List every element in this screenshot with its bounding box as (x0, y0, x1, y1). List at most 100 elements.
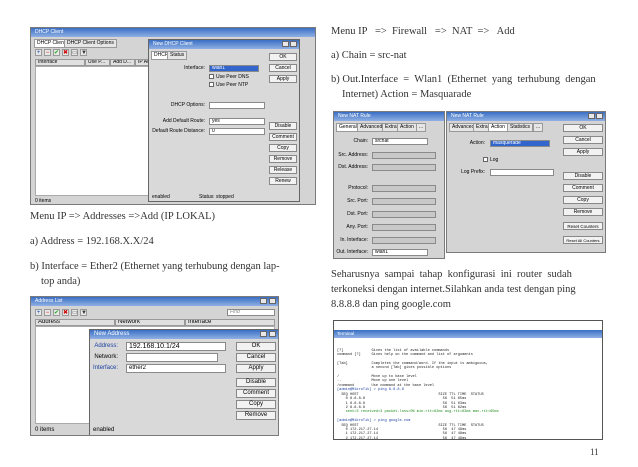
address-instruction: a) Address = 192.168.X.X/24 (30, 236, 154, 247)
copy-button[interactable]: Copy (563, 196, 603, 204)
tab-action[interactable]: Action (488, 123, 508, 132)
action-select[interactable]: masquerade (490, 140, 550, 147)
any-port-field[interactable] (372, 224, 436, 231)
window-close-icon[interactable] (596, 113, 603, 119)
add-default-route-select[interactable]: yes (209, 118, 265, 125)
column-add-default[interactable]: Add D... (110, 59, 135, 66)
terminal-title: Terminal (337, 330, 355, 336)
enable-icon[interactable]: ✔ (53, 309, 60, 316)
dhcp-options-label: DHCP Options: (170, 102, 205, 108)
column-address[interactable]: Address (35, 319, 115, 326)
add-icon[interactable]: + (35, 309, 42, 316)
address-list-titlebar: Address List (31, 297, 278, 306)
enable-icon[interactable]: ✔ (53, 49, 60, 56)
column-network[interactable]: Network (115, 319, 185, 326)
new-address-title: New Address (94, 331, 130, 337)
disable-icon[interactable]: ✖ (62, 49, 69, 56)
comment-icon[interactable]: ▭ (71, 49, 78, 56)
chain-select[interactable]: srcnat (372, 138, 428, 145)
remove-button[interactable]: Remove (563, 208, 603, 216)
address-input[interactable]: 192.168.10.1/24 (126, 342, 226, 351)
window-restore-icon[interactable] (588, 113, 595, 119)
cancel-button[interactable]: Cancel (563, 136, 603, 144)
use-peer-ntp-label: Use Peer NTP (216, 82, 249, 88)
reset-all-counters-button[interactable]: Reset All Counters (563, 236, 603, 244)
window-restore-icon[interactable] (260, 298, 267, 304)
cancel-button[interactable]: Cancel (236, 353, 276, 362)
new-address-titlebar: New Address (90, 330, 278, 339)
interface-select[interactable]: ether2 (126, 364, 226, 373)
out-interface-instruction-line2: Internet) Action = Masquarade (342, 89, 472, 100)
dst-address-field[interactable] (372, 164, 436, 171)
disable-icon[interactable]: ✖ (62, 309, 69, 316)
window-restore-icon[interactable] (260, 331, 267, 337)
dst-port-field[interactable] (372, 211, 436, 218)
in-interface-field[interactable] (372, 237, 436, 244)
cancel-button[interactable]: Cancel (269, 64, 297, 72)
filter-icon[interactable]: ▼ (80, 49, 87, 56)
filter-icon[interactable]: ▼ (80, 309, 87, 316)
src-address-field[interactable] (372, 152, 436, 159)
dhcp-options-field[interactable] (209, 102, 265, 109)
terminal-output[interactable]: [?] Gives the list of available commands… (334, 347, 602, 439)
tab-action[interactable]: Action (397, 123, 417, 132)
log-checkbox[interactable] (483, 157, 488, 162)
new-address-dialog: New Address Address: 192.168.10.1/24 Net… (89, 329, 278, 435)
log-prefix-field[interactable] (490, 169, 554, 176)
copy-button[interactable]: Copy (269, 144, 297, 152)
tab-more[interactable]: ... (533, 123, 544, 132)
remove-icon[interactable]: − (44, 309, 51, 316)
protocol-field[interactable] (372, 185, 436, 192)
interface-select[interactable]: wlan1 (209, 65, 259, 72)
apply-button[interactable]: Apply (563, 148, 603, 156)
window-close-icon[interactable] (290, 41, 297, 47)
disable-button[interactable]: Disable (563, 172, 603, 180)
disable-button[interactable]: Disable (236, 378, 276, 387)
window-restore-icon[interactable] (282, 41, 289, 47)
remove-icon[interactable]: − (44, 49, 51, 56)
comment-button[interactable]: Comment (563, 184, 603, 192)
tab-status[interactable]: Status (167, 51, 188, 60)
tab-more[interactable]: ... (416, 123, 427, 132)
renew-button[interactable]: Renew (269, 177, 297, 185)
column-use-peer[interactable]: Use P... (85, 59, 110, 66)
find-input[interactable]: Find (227, 309, 275, 316)
address-list-title: Address List (35, 298, 63, 304)
out-interface-select[interactable]: wlan1 (372, 249, 428, 256)
tab-dhcp-client-options[interactable]: DHCP Client Options (64, 39, 117, 48)
src-port-field[interactable] (372, 198, 436, 205)
remove-button[interactable]: Remove (269, 155, 297, 163)
disable-button[interactable]: Disable (269, 122, 297, 130)
comment-button[interactable]: Comment (269, 133, 297, 141)
release-button[interactable]: Release (269, 166, 297, 174)
use-peer-dns-checkbox[interactable] (209, 74, 214, 79)
tab-advanced[interactable]: Advanced (357, 123, 386, 132)
network-input[interactable] (126, 353, 218, 362)
ok-button[interactable]: OK (236, 342, 276, 351)
tab-statistics[interactable]: Statistics (507, 123, 534, 132)
ok-button[interactable]: OK (269, 53, 297, 61)
window-close-icon[interactable] (269, 331, 276, 337)
reset-counters-button[interactable]: Reset Counters (563, 222, 603, 230)
apply-button[interactable]: Apply (236, 364, 276, 373)
add-icon[interactable]: + (35, 49, 42, 56)
column-interface[interactable]: Interface (35, 59, 85, 66)
window-close-icon[interactable] (269, 298, 276, 304)
ok-button[interactable]: OK (563, 124, 603, 132)
addresses-menu-path: Menu IP => Addresses =>Add (IP LOKAL) (30, 211, 216, 222)
dhcp-client-items-count: 0 items (35, 198, 52, 204)
apply-button[interactable]: Apply (269, 75, 297, 83)
interface-label: Interface: (92, 365, 118, 371)
use-peer-ntp-checkbox[interactable] (209, 82, 214, 87)
copy-button[interactable]: Copy (236, 400, 276, 409)
comment-button[interactable]: Comment (236, 389, 276, 398)
default-route-distance-label: Default Route Distance: (152, 128, 205, 134)
remove-button[interactable]: Remove (236, 411, 276, 420)
column-interface[interactable]: Interface (185, 319, 275, 326)
default-route-distance-field[interactable]: 0 (209, 128, 265, 135)
column-ip-address[interactable]: IP Ad (135, 59, 149, 66)
use-peer-dns-label: Use Peer DNS (216, 74, 249, 80)
nat-general-title: New NAT Rule (338, 113, 371, 119)
nat-action-title: New NAT Rule (451, 113, 484, 119)
comment-icon[interactable]: ▭ (71, 309, 78, 316)
